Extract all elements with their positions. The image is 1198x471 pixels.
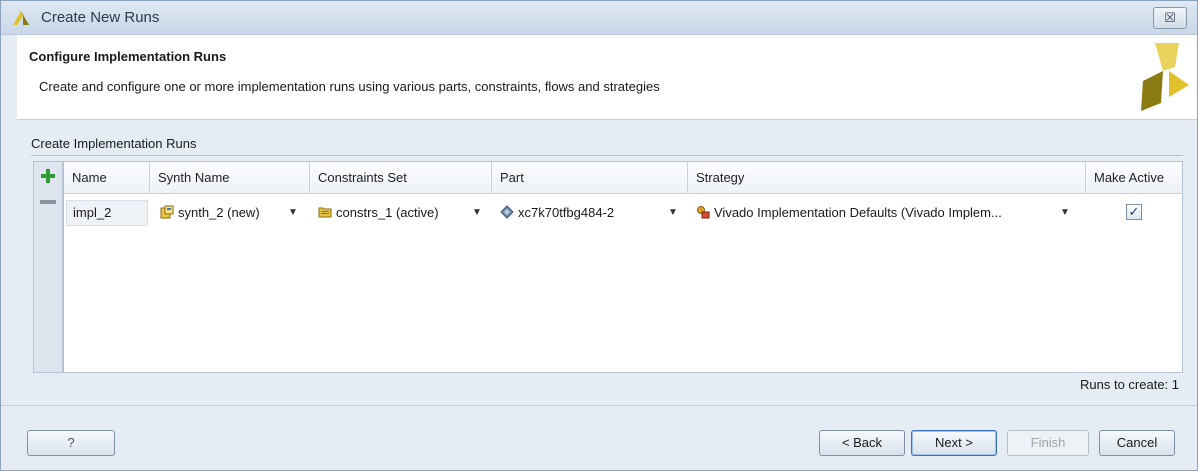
dropdown-caret-icon: ▼ xyxy=(288,207,298,218)
column-header-make-active[interactable]: Make Active xyxy=(1086,162,1182,194)
section-divider xyxy=(31,155,1183,156)
table-row[interactable]: impl_2 synth_2 (new) ▼ constrs_1 (active… xyxy=(64,194,1182,230)
run-name-field[interactable]: impl_2 xyxy=(66,200,148,226)
finish-button[interactable]: Finish xyxy=(1007,430,1089,456)
strategy-icon xyxy=(697,206,710,219)
make-active-checkbox[interactable]: ✓ xyxy=(1126,204,1142,220)
remove-icon[interactable] xyxy=(40,200,56,204)
row-tools-bar xyxy=(33,161,63,373)
dropdown-caret-icon: ▼ xyxy=(1060,207,1070,218)
constraints-set-dropdown[interactable]: constrs_1 (active) ▼ xyxy=(312,200,488,226)
close-button[interactable]: ☒ xyxy=(1153,7,1187,29)
synth-name-value: synth_2 (new) xyxy=(178,205,260,220)
strategy-value: Vivado Implementation Defaults (Vivado I… xyxy=(714,205,1002,220)
button-bar: ? < Back Next > Finish Cancel xyxy=(1,405,1197,470)
app-logo-icon xyxy=(13,11,29,25)
synth-name-dropdown[interactable]: synth_2 (new) ▼ xyxy=(154,200,304,226)
column-header-name[interactable]: Name xyxy=(64,162,150,194)
dropdown-caret-icon: ▼ xyxy=(668,207,678,218)
column-header-part[interactable]: Part xyxy=(492,162,688,194)
column-header-constraints-set[interactable]: Constraints Set xyxy=(310,162,492,194)
dropdown-caret-icon: ▼ xyxy=(472,207,482,218)
synth-run-icon xyxy=(160,205,174,219)
constraints-set-value: constrs_1 (active) xyxy=(336,205,439,220)
close-icon: ☒ xyxy=(1164,10,1176,25)
folder-icon xyxy=(318,207,332,218)
title-bar: Create New Runs ☒ xyxy=(1,1,1197,35)
column-header-strategy[interactable]: Strategy xyxy=(688,162,1086,194)
section-label: Create Implementation Runs xyxy=(31,136,197,151)
help-button[interactable]: ? xyxy=(27,430,115,456)
create-new-runs-dialog: Create New Runs ☒ Configure Implementati… xyxy=(0,0,1198,471)
window-title: Create New Runs xyxy=(41,9,160,26)
runs-table: Name Synth Name Constraints Set Part Str… xyxy=(63,161,1183,373)
column-header-synth-name[interactable]: Synth Name xyxy=(150,162,310,194)
runs-to-create-count: Runs to create: 1 xyxy=(1080,377,1179,392)
brand-logo-icon xyxy=(1141,43,1189,111)
back-button[interactable]: < Back xyxy=(819,430,905,456)
strategy-dropdown[interactable]: Vivado Implementation Defaults (Vivado I… xyxy=(690,200,1082,226)
wizard-header: Configure Implementation Runs Create and… xyxy=(17,35,1197,119)
cancel-button[interactable]: Cancel xyxy=(1099,430,1175,456)
table-header: Name Synth Name Constraints Set Part Str… xyxy=(64,162,1182,194)
part-dropdown[interactable]: xc7k70tfbg484-2 ▼ xyxy=(494,200,684,226)
next-button[interactable]: Next > xyxy=(911,430,997,456)
chip-icon xyxy=(500,205,514,219)
page-title: Configure Implementation Runs xyxy=(29,49,227,64)
part-value: xc7k70tfbg484-2 xyxy=(518,205,615,220)
header-divider xyxy=(17,119,1197,120)
add-icon[interactable] xyxy=(40,168,56,184)
checkbox-icon: ✓ xyxy=(1128,204,1140,219)
page-description: Create and configure one or more impleme… xyxy=(39,79,660,94)
